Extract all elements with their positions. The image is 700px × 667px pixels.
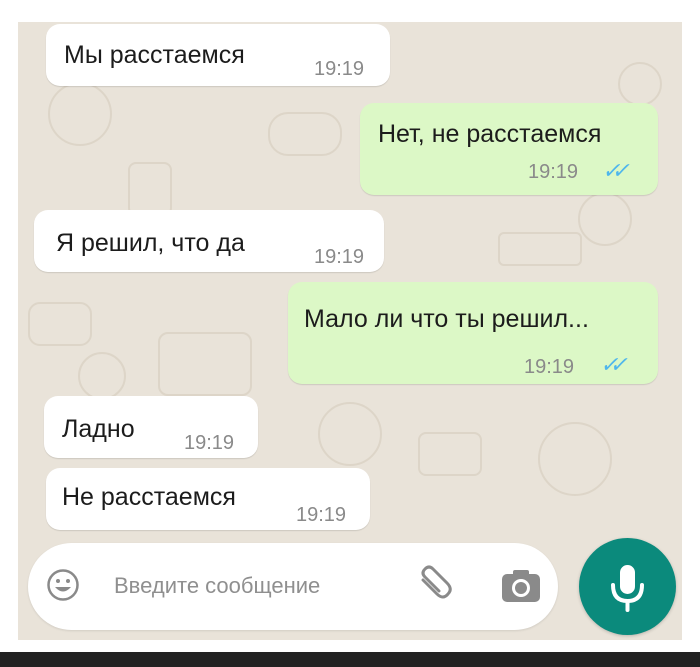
mic-button[interactable] — [579, 538, 676, 635]
message-input-placeholder: Введите сообщение — [114, 573, 321, 598]
message-text: Мы расстаемся — [64, 41, 245, 69]
message-text: Я решил, что да — [56, 229, 245, 257]
message-outgoing[interactable]: Нет, не расстаемся 19:19 ✓✓ — [360, 103, 658, 195]
message-time: 19:19 — [184, 432, 235, 454]
message-text: Нет, не расстаемся — [378, 120, 602, 148]
message-text: Мало ли что ты решил... — [304, 305, 589, 333]
message-text: Ладно — [62, 415, 135, 443]
read-ticks-icon: ✓✓ — [600, 352, 628, 377]
message-incoming[interactable]: Ладно 19:19 — [44, 396, 258, 458]
camera-icon[interactable] — [500, 568, 542, 604]
paperclip-icon[interactable] — [415, 564, 459, 606]
message-time: 19:19 — [528, 161, 579, 183]
message-incoming[interactable]: Мы расстаемся 19:19 — [46, 24, 390, 86]
emoji-icon[interactable] — [46, 568, 80, 602]
message-incoming[interactable]: Я решил, что да 19:19 — [34, 210, 384, 272]
message-input[interactable]: Введите сообщение — [28, 543, 558, 630]
message-time: 19:19 — [314, 246, 365, 268]
message-time: 19:19 — [524, 356, 575, 378]
message-time: 19:19 — [314, 58, 365, 80]
message-text: Не расстаемся — [62, 483, 236, 511]
mic-icon — [611, 565, 644, 612]
message-incoming[interactable]: Не расстаемся 19:19 — [46, 468, 370, 530]
message-time: 19:19 — [296, 504, 347, 526]
bottom-bar — [0, 652, 700, 667]
message-outgoing[interactable]: Мало ли что ты решил... 19:19 ✓✓ — [288, 282, 658, 384]
read-ticks-icon: ✓✓ — [602, 158, 630, 183]
